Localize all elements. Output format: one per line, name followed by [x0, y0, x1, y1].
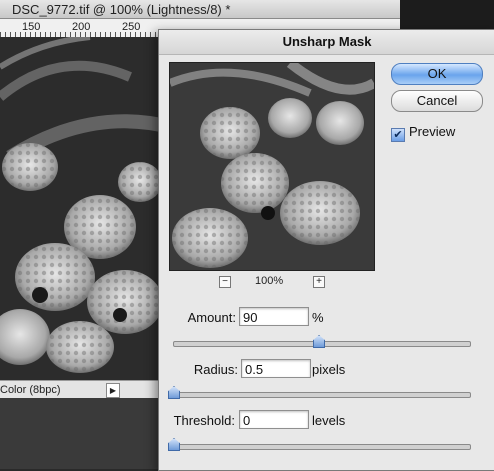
document-lower-area [0, 398, 160, 469]
filter-preview[interactable] [169, 62, 375, 271]
radius-input[interactable]: 0.5 [241, 359, 311, 378]
status-menu-icon[interactable]: ▶ [106, 383, 120, 398]
dialog-title: Unsharp Mask [159, 30, 494, 55]
radius-slider[interactable] [168, 386, 471, 399]
radius-slider-thumb[interactable] [168, 386, 180, 399]
radius-unit: pixels [312, 362, 346, 377]
amount-slider[interactable] [173, 335, 471, 348]
threshold-slider[interactable] [168, 438, 471, 451]
cancel-button[interactable]: Cancel [391, 90, 483, 112]
zoom-controls: − 100% + [219, 275, 325, 290]
ok-button[interactable]: OK [391, 63, 483, 85]
preview-checkbox[interactable]: ✔ [391, 128, 405, 142]
document-title: DSC_9772.tif @ 100% (Lightness/8) * [0, 0, 400, 19]
zoom-out-button[interactable]: − [219, 276, 231, 288]
zoom-level: 100% [255, 275, 284, 287]
radius-label: Radius: [193, 362, 238, 377]
preview-toggle[interactable]: ✔ Preview [391, 124, 455, 142]
zoom-in-button[interactable]: + [313, 276, 325, 288]
unsharp-mask-dialog: Unsharp Mask − 100% + OK Cancel ✔ Preview… [158, 29, 494, 471]
threshold-slider-thumb[interactable] [168, 438, 180, 451]
preview-image [170, 63, 374, 270]
threshold-unit: levels [312, 413, 346, 428]
amount-input[interactable]: 90 [239, 307, 309, 326]
status-bar: Color (8bpc) ▶ [0, 380, 160, 399]
threshold-label: Threshold: [173, 413, 235, 428]
amount-unit: % [312, 310, 324, 325]
threshold-input[interactable]: 0 [239, 410, 309, 429]
status-text: Color (8bpc) [0, 384, 61, 396]
preview-label: Preview [409, 124, 456, 139]
amount-label: Amount: [187, 310, 236, 325]
amount-slider-thumb[interactable] [313, 335, 326, 348]
